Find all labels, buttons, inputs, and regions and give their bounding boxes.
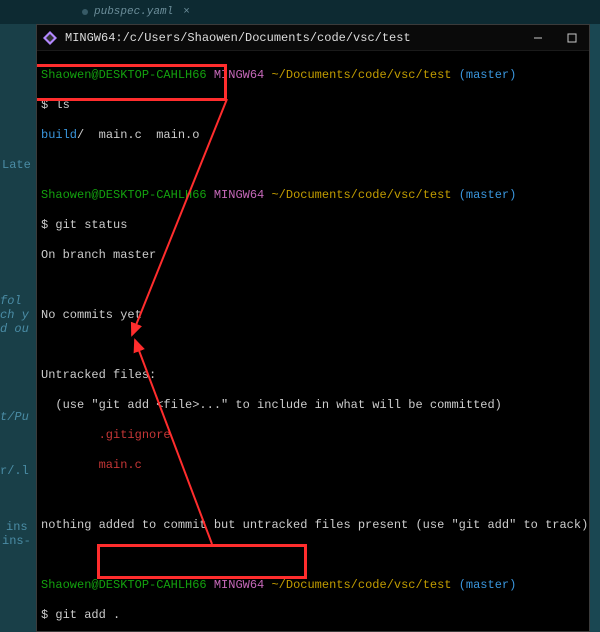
status-line: Untracked files: (41, 368, 585, 383)
bg-fragment: ins- (2, 534, 31, 548)
bg-fragment: ch y (0, 308, 29, 322)
prompt-symbol: $ (41, 98, 55, 112)
cmd-git-status: git status (55, 218, 127, 232)
bg-fragment: ins (6, 520, 28, 534)
prompt-path: ~/Documents/code/vsc/test (271, 68, 451, 82)
bg-fragment: r/.l (0, 464, 29, 478)
prompt-shell: MINGW64 (214, 578, 264, 592)
tab-pubspec[interactable]: pubspec.yaml × (72, 6, 200, 18)
editor-tab-bar: pubspec.yaml × (0, 0, 600, 24)
bg-fragment: fol (0, 294, 22, 308)
ls-files: / main.c main.o (77, 128, 199, 142)
prompt-branch: (master) (459, 578, 517, 592)
cmd-git-add: git add . (55, 608, 120, 622)
prompt-branch: (master) (459, 68, 517, 82)
cmd-ls: ls (55, 98, 69, 112)
minimize-button[interactable] (521, 25, 555, 51)
window-title: MINGW64:/c/Users/Shaowen/Documents/code/… (65, 31, 411, 45)
app-icon (43, 31, 57, 45)
prompt-shell: MINGW64 (214, 68, 264, 82)
terminal-window: MINGW64:/c/Users/Shaowen/Documents/code/… (36, 24, 590, 632)
prompt-user: Shaowen@DESKTOP-CAHLH66 (41, 68, 207, 82)
maximize-button[interactable] (555, 25, 589, 51)
status-line: nothing added to commit but untracked fi… (41, 518, 585, 533)
prompt-user: Shaowen@DESKTOP-CAHLH66 (41, 578, 207, 592)
untracked-file: main.c (41, 458, 585, 473)
prompt-branch: (master) (459, 188, 517, 202)
bg-fragment: t/Pu (0, 410, 29, 424)
status-line: No commits yet (41, 308, 585, 323)
status-line: On branch master (41, 248, 585, 263)
prompt-symbol: $ (41, 218, 55, 232)
ls-dir: build (41, 128, 77, 142)
prompt-user: Shaowen@DESKTOP-CAHLH66 (41, 188, 207, 202)
untracked-file: .gitignore (41, 428, 585, 443)
prompt-symbol: $ (41, 608, 55, 622)
prompt-shell: MINGW64 (214, 188, 264, 202)
bg-fragment: Late (2, 158, 31, 172)
prompt-path: ~/Documents/code/vsc/test (271, 578, 451, 592)
bg-fragment: d ou (0, 322, 29, 336)
tab-label: pubspec.yaml (94, 6, 173, 18)
window-titlebar[interactable]: MINGW64:/c/Users/Shaowen/Documents/code/… (37, 25, 589, 51)
close-icon[interactable]: × (183, 6, 190, 18)
file-type-dot-icon (82, 9, 88, 15)
prompt-path: ~/Documents/code/vsc/test (271, 188, 451, 202)
status-line: (use "git add <file>..." to include in w… (41, 398, 585, 413)
terminal-output[interactable]: Shaowen@DESKTOP-CAHLH66 MINGW64 ~/Docume… (37, 51, 589, 631)
